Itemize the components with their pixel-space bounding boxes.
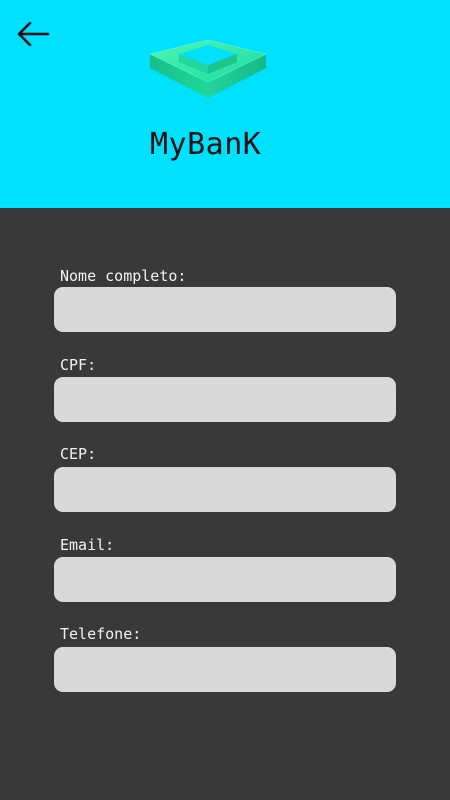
cep-input[interactable] [54,467,396,512]
full-name-label: Nome completo: [60,267,187,285]
registration-screen: MyBanK Nome completo: CPF: CEP: Email: T… [0,0,450,800]
cpf-input[interactable] [54,377,396,422]
full-name-input[interactable] [54,287,396,332]
cep-label: CEP: [60,445,97,463]
email-label: Email: [60,536,115,554]
back-button[interactable] [10,16,56,52]
registration-form: Nome completo: CPF: CEP: Email: Telefone… [0,208,450,800]
email-input[interactable] [54,557,396,602]
app-header: MyBanK [0,0,450,208]
cpf-label: CPF: [60,356,97,374]
arrow-left-icon [17,22,50,46]
phone-input[interactable] [54,647,396,692]
phone-label: Telefone: [60,625,142,643]
cube-logo-icon [148,39,268,98]
brand-name: MyBanK [150,127,262,162]
